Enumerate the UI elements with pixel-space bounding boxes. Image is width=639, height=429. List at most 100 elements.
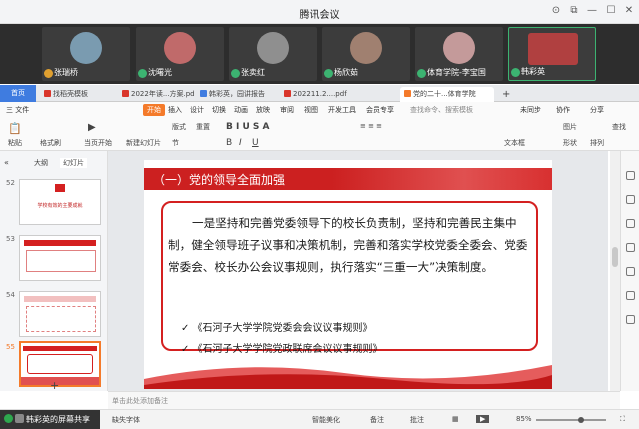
participant-name: 沈曙光	[148, 68, 172, 77]
font-format-controls[interactable]: B I U S A	[226, 122, 270, 132]
normal-view-icon[interactable]: ▦	[452, 415, 459, 423]
settings-icon[interactable]	[626, 315, 635, 324]
menu-home[interactable]: 开始	[143, 104, 165, 116]
reset-button[interactable]: 重置	[196, 122, 210, 132]
right-tool-sidebar	[620, 151, 639, 391]
menu-slideshow[interactable]: 放映	[256, 105, 270, 115]
italic-icon[interactable]: I	[239, 138, 242, 148]
current-slide[interactable]: （一）党的领导全面加强 一是坚持和完善党委领导下的校长负责制，坚持和完善民主集中…	[144, 160, 552, 389]
tab-document[interactable]: 202211.2....pdf	[280, 87, 372, 102]
slide-thumbnail[interactable]	[19, 291, 101, 337]
textbox-button[interactable]: 文本框	[504, 138, 525, 148]
slide-thumbnail-panel: « 大纲 幻灯片 52 学校有效的主要成就 53 54 55 +	[0, 151, 108, 392]
shape-button[interactable]: 形状	[563, 138, 577, 148]
participant-tile[interactable]: 张瑞桥	[42, 27, 130, 81]
menu-membership[interactable]: 会员专享	[366, 105, 394, 115]
mic-icon	[231, 69, 240, 78]
tab-templates[interactable]: 找稻壳模板	[40, 87, 116, 102]
format-icon[interactable]	[626, 171, 635, 180]
slide-number: 55	[6, 343, 15, 351]
menu-view[interactable]: 视图	[304, 105, 318, 115]
pdf-icon	[284, 90, 291, 97]
slide-header-bar: （一）党的领导全面加强	[144, 168, 552, 190]
slide-paragraph[interactable]: 一是坚持和完善党委领导下的校长负责制，坚持和完善民主集中制，健全领导班子议事和决…	[168, 212, 532, 278]
collaborate-button[interactable]: 协作	[556, 105, 570, 115]
play-icon[interactable]: ▶	[88, 122, 96, 133]
missing-fonts-indicator[interactable]: 缺失字体	[112, 415, 140, 425]
share-button[interactable]: 分享	[590, 105, 604, 115]
tab-label: 找稻壳模板	[53, 90, 88, 98]
screen-share-banner: 韩彩英的屏幕共享	[0, 410, 100, 429]
find-button[interactable]: 查找	[612, 122, 626, 132]
command-search[interactable]: 查找命令、搜索模板	[410, 105, 473, 115]
play-slideshow-button[interactable]: ▶	[476, 415, 490, 423]
menu-animation[interactable]: 动画	[234, 105, 248, 115]
avatar	[257, 32, 289, 64]
menu-design[interactable]: 设计	[190, 105, 204, 115]
sync-status[interactable]: 未同步	[520, 105, 541, 115]
picture-button[interactable]: 图片	[563, 122, 577, 132]
participant-tile[interactable]: 体育学院-李宝国	[415, 27, 503, 81]
mic-icon	[511, 68, 520, 77]
pin-icon[interactable]: ⊙	[548, 4, 564, 18]
tab-active-presentation[interactable]: 党的二十...体育学院	[400, 87, 494, 102]
scrollbar-thumb[interactable]	[612, 247, 618, 267]
notes-toggle[interactable]: 备注	[370, 415, 384, 425]
menu-insert[interactable]: 插入	[168, 105, 182, 115]
bold-icon[interactable]: B	[226, 138, 232, 148]
maximize-button[interactable]: ☐	[603, 4, 619, 18]
slide-check-item[interactable]: ✓ 《石河子大学学院党委会会议议事规则》	[181, 319, 373, 334]
menu-transition[interactable]: 切换	[212, 105, 226, 115]
tab-slides[interactable]: 幻灯片	[60, 158, 87, 168]
comments-toggle[interactable]: 批注	[410, 415, 424, 425]
participant-tile[interactable]: 张卖红	[229, 27, 317, 81]
shape-icon[interactable]	[626, 219, 635, 228]
arrange-button[interactable]: 排列	[590, 138, 604, 148]
ribbon-menu-bar: 三 文件 开始 插入 设计 切换 动画 放映 审阅 视图 开发工具 会员专享 查…	[0, 102, 639, 118]
close-button[interactable]: ✕	[621, 4, 637, 18]
slide-thumbnail-selected[interactable]	[19, 341, 101, 387]
menu-file[interactable]: 三 文件	[6, 105, 29, 115]
participant-tile-active[interactable]: 韩彩英	[508, 27, 596, 81]
minimize-button[interactable]: —	[584, 4, 600, 18]
format-painter-button[interactable]: 格式刷	[40, 138, 61, 148]
tab-label: 党的二十...体育学院	[413, 90, 476, 98]
zoom-slider[interactable]	[536, 419, 606, 421]
align-icons[interactable]: ≡ ≡ ≡	[360, 122, 382, 130]
image-icon[interactable]	[626, 243, 635, 252]
tab-home[interactable]: 首页	[0, 85, 36, 102]
vertical-scrollbar[interactable]	[610, 151, 620, 391]
slide-number: 53	[6, 235, 15, 243]
layout-icon[interactable]: ⧉	[566, 4, 582, 18]
underline-icon[interactable]: U	[252, 138, 259, 148]
slide-thumbnail[interactable]	[19, 235, 101, 281]
tab-outline[interactable]: 大纲	[34, 158, 48, 168]
screen-share-label: 韩彩英的屏幕共享	[26, 415, 90, 424]
paste-icon[interactable]: 📋	[8, 122, 22, 135]
tab-document[interactable]: 韩彩英，园讲报告	[196, 87, 278, 102]
tab-document[interactable]: 2022年读...方案.pdf	[118, 87, 194, 102]
animation-icon[interactable]	[626, 195, 635, 204]
fit-window-icon[interactable]: ⛶	[620, 415, 625, 424]
new-slide-button[interactable]: 新建幻灯片	[126, 138, 161, 148]
slide-editing-canvas[interactable]: （一）党的领导全面加强 一是坚持和完善党委领导下的校长负责制，坚持和完善民主集中…	[108, 151, 608, 391]
paste-button[interactable]: 粘贴	[8, 138, 22, 148]
zoom-slider-handle[interactable]	[578, 417, 584, 423]
smart-beautify-button[interactable]: 智能美化	[312, 415, 340, 425]
section-button[interactable]: 节	[172, 138, 179, 148]
new-tab-button[interactable]: +	[498, 87, 510, 102]
magic-icon[interactable]	[626, 291, 635, 300]
zoom-level[interactable]: 85%	[516, 415, 532, 423]
notes-area[interactable]: 单击此处添加备注	[108, 391, 620, 409]
play-from-current-button[interactable]: 当页开始	[84, 138, 112, 148]
slide-thumbnail[interactable]: 学校有效的主要成就	[19, 179, 101, 225]
add-slide-button[interactable]: +	[50, 379, 59, 392]
layout-button[interactable]: 版式	[172, 122, 186, 132]
participant-tile[interactable]: 杨欣茹	[322, 27, 410, 81]
mic-icon	[138, 69, 147, 78]
menu-devtools[interactable]: 开发工具	[328, 105, 356, 115]
location-icon[interactable]	[626, 267, 635, 276]
collapse-panel-icon[interactable]: «	[4, 158, 9, 167]
menu-review[interactable]: 审阅	[280, 105, 294, 115]
participant-tile[interactable]: 沈曙光	[136, 27, 224, 81]
